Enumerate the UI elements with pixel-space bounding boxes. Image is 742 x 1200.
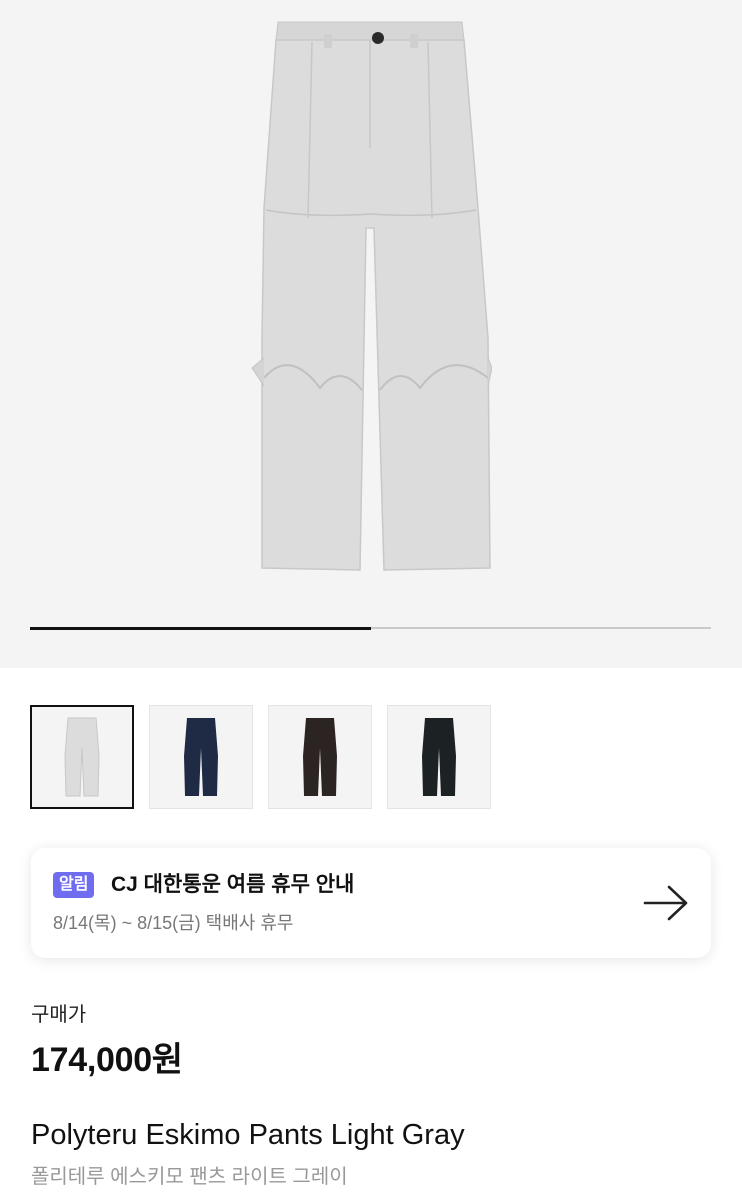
thumbnail-light-gray[interactable] — [30, 705, 134, 809]
product-name-ko: 폴리테루 에스키모 팬츠 라이트 그레이 — [31, 1166, 348, 1188]
product-image-gallery[interactable] — [0, 0, 742, 668]
notice-title: CJ 대한통운 여름 휴무 안내 — [111, 873, 355, 896]
price-value: 174,000원 — [31, 1041, 183, 1079]
gallery-progress-bar — [30, 626, 711, 630]
notice-subtitle: 8/14(목) ~ 8/15(금) 택배사 휴무 — [53, 913, 294, 933]
notice-badge: 알림 — [53, 872, 95, 898]
pants-thumbnail-image — [422, 718, 456, 796]
product-name-en: Polyteru Eskimo Pants Light Gray — [31, 1119, 465, 1151]
product-image — [251, 21, 492, 571]
thumbnail-navy[interactable] — [149, 705, 253, 809]
thumbnail-black[interactable] — [387, 705, 491, 809]
pants-thumbnail-image — [184, 718, 218, 796]
pants-thumbnail-image — [303, 718, 337, 796]
pants-thumbnail-image — [64, 717, 100, 797]
gallery-progress-fill — [30, 626, 371, 630]
thumbnail-brown[interactable] — [268, 705, 372, 809]
price-label: 구매가 — [31, 1004, 87, 1026]
arrow-right-icon[interactable] — [643, 884, 689, 927]
color-thumbnails — [30, 705, 491, 809]
notice-banner[interactable]: 알림 CJ 대한통운 여름 휴무 안내 8/14(목) ~ 8/15(금) 택배… — [31, 848, 711, 958]
